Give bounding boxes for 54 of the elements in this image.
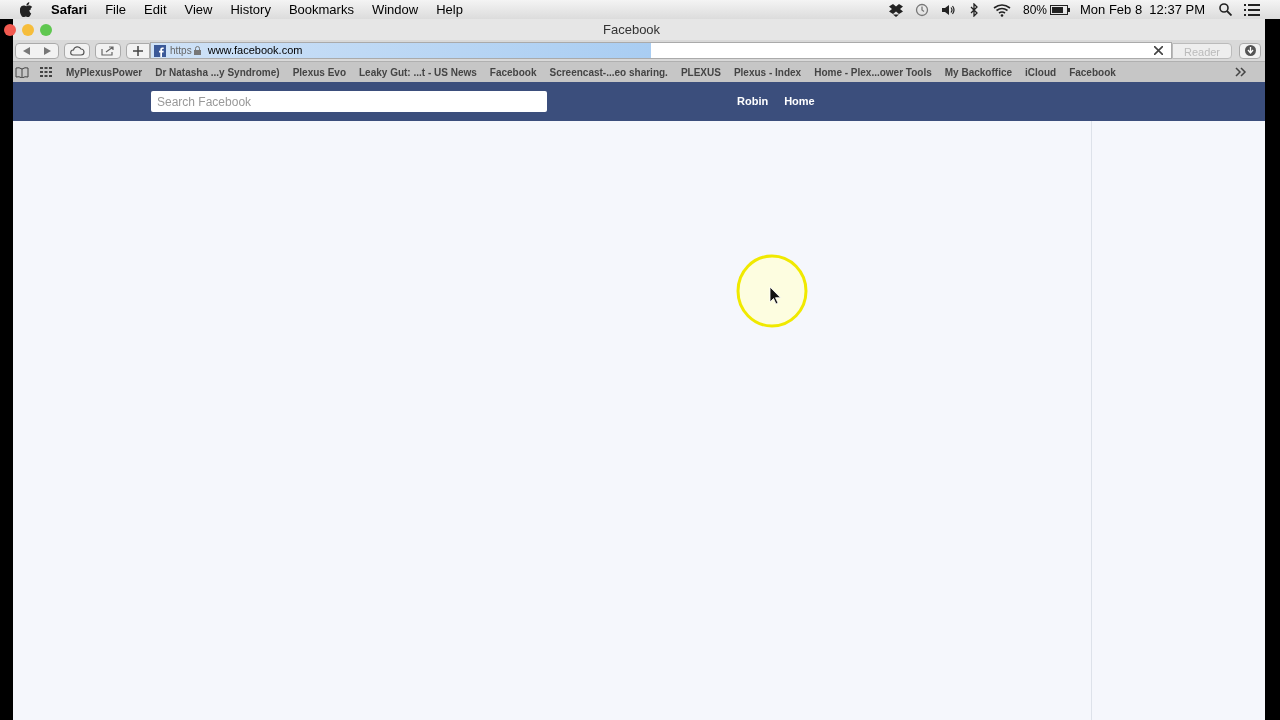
- menu-bar-clock[interactable]: Mon Feb 8 12:37 PM: [1080, 0, 1205, 20]
- dropbox-icon[interactable]: [888, 2, 903, 17]
- download-icon: [1244, 45, 1256, 56]
- bookmark-link[interactable]: Facebook: [1069, 64, 1116, 80]
- bookmark-link[interactable]: PLEXUS: [680, 64, 721, 80]
- apple-icon[interactable]: [20, 2, 33, 17]
- menu-item[interactable]: Bookmarks: [288, 0, 354, 20]
- battery-icon[interactable]: [1050, 4, 1070, 15]
- url-scheme: https: [170, 44, 192, 58]
- grid-icon[interactable]: [40, 67, 52, 77]
- lock-icon: [193, 46, 201, 55]
- bookmark-link[interactable]: My Backoffice: [944, 64, 1013, 80]
- book-icon[interactable]: [15, 66, 29, 78]
- stop-loading-icon[interactable]: [1154, 46, 1163, 55]
- more-bookmarks-icon[interactable]: [1235, 67, 1247, 77]
- menu-item[interactable]: Window: [371, 0, 419, 20]
- share-icon: [101, 45, 115, 56]
- bookmark-link[interactable]: Plexus - Index: [733, 64, 802, 80]
- window-title: Facebook: [603, 20, 661, 39]
- forward-icon[interactable]: [44, 46, 51, 55]
- menu-item[interactable]: Help: [436, 0, 463, 20]
- bookmark-link[interactable]: Dr Natasha ...y Syndrome): [155, 64, 280, 80]
- nav-link[interactable]: Robin: [737, 93, 769, 110]
- bookmark-link[interactable]: iCloud: [1025, 64, 1057, 80]
- clock-icon[interactable]: [914, 2, 929, 17]
- menu-item[interactable]: Edit: [144, 0, 167, 20]
- downloads-button[interactable]: [1239, 42, 1261, 59]
- bookmark-link[interactable]: Facebook: [489, 64, 537, 80]
- bookmark-link[interactable]: Leaky Gut: ...t - US News: [359, 64, 477, 80]
- bookmark-link[interactable]: MyPlexusPower: [66, 64, 143, 80]
- menu-item[interactable]: View: [184, 0, 213, 20]
- back-icon[interactable]: [23, 46, 30, 55]
- battery-percentage: 80%: [1022, 1, 1047, 19]
- back-forward-buttons[interactable]: [15, 42, 59, 59]
- app-menu[interactable]: Safari: [51, 0, 88, 20]
- search-field[interactable]: Search Facebook: [151, 91, 547, 112]
- plus-icon: [133, 45, 143, 56]
- bookmark-link[interactable]: Plexus Evo: [292, 64, 346, 80]
- icloud-tabs-button[interactable]: [64, 42, 90, 59]
- cloud-icon: [69, 45, 85, 56]
- bookmark-link[interactable]: Screencast-...eo sharing.: [549, 64, 668, 80]
- search-icon[interactable]: [1219, 3, 1232, 16]
- speaker-icon[interactable]: [940, 2, 955, 17]
- menu-item[interactable]: File: [105, 0, 127, 20]
- new-tab-button[interactable]: [126, 42, 150, 59]
- url-text: www.facebook.com: [207, 43, 303, 58]
- nav-link[interactable]: Home: [784, 93, 815, 110]
- bookmark-link[interactable]: Home - Plex...ower Tools: [814, 64, 932, 80]
- menu-item[interactable]: History: [230, 0, 271, 20]
- cursor-highlight-icon: [736, 254, 808, 328]
- notification-list-icon[interactable]: [1244, 3, 1260, 16]
- address-field[interactable]: https www.facebook.com: [150, 42, 1172, 59]
- wifi-icon[interactable]: [992, 2, 1011, 17]
- share-button[interactable]: [95, 42, 121, 59]
